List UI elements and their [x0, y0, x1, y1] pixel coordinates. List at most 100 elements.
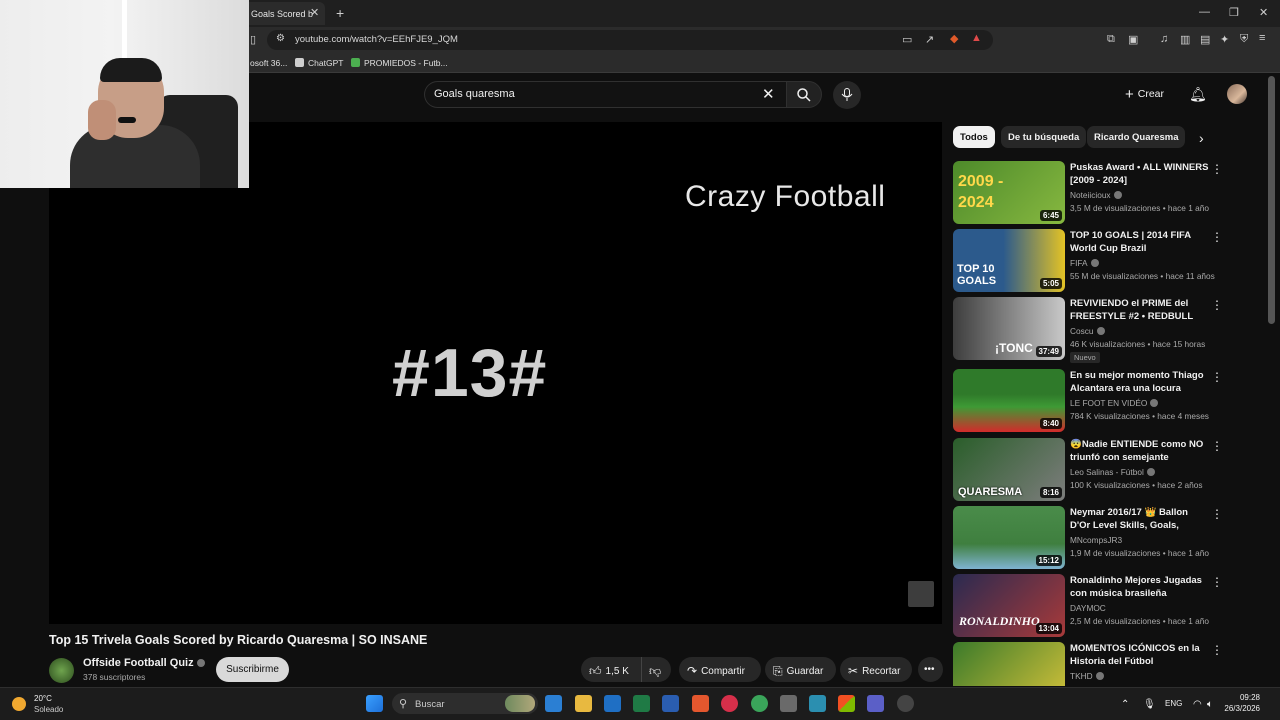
- clip-button[interactable]: ✂ Recortar: [840, 657, 912, 682]
- minimize-icon[interactable]: —: [1199, 6, 1210, 18]
- avatar[interactable]: [1227, 84, 1247, 104]
- excel-icon[interactable]: [633, 695, 650, 712]
- create-label: Crear: [1137, 88, 1165, 100]
- chip-todos[interactable]: Todos: [953, 126, 995, 148]
- video-thumbnail[interactable]: ¡TONC 37:49: [953, 297, 1065, 360]
- music-icon[interactable]: ♫: [1160, 33, 1168, 45]
- search-button[interactable]: [786, 81, 822, 108]
- chip-ricardo-quaresma[interactable]: Ricardo Quaresma: [1087, 126, 1186, 148]
- bookmark-label: osoft 36...: [250, 58, 288, 68]
- bookmark-icon[interactable]: ▯: [250, 33, 256, 46]
- more-vertical-icon[interactable]: ⋮: [1211, 575, 1223, 589]
- menu-icon[interactable]: ≡: [1259, 32, 1265, 44]
- channel-avatar[interactable]: [49, 658, 74, 683]
- duration-badge: 8:40: [1039, 418, 1062, 429]
- cast-icon[interactable]: ▭: [902, 33, 912, 46]
- bookmark-office[interactable]: osoft 36...: [250, 58, 287, 68]
- video-thumbnail[interactable]: 8:40: [953, 369, 1065, 432]
- weather-condition[interactable]: Soleado: [34, 705, 63, 714]
- more-vertical-icon[interactable]: ⋮: [1211, 230, 1223, 244]
- bookmark-promiedos[interactable]: PROMIEDOS - Futb...: [351, 58, 448, 68]
- clear-search-icon[interactable]: ✕: [762, 85, 775, 103]
- windows-start-icon[interactable]: [366, 695, 383, 712]
- app-icon[interactable]: [809, 695, 826, 712]
- notifications-bell-icon[interactable]: 🔔︎: [1189, 86, 1207, 103]
- bookmark-label: ChatGPT: [308, 58, 344, 68]
- video-thumbnail[interactable]: 2009 - 2024 6:45: [953, 161, 1065, 224]
- plus-icon[interactable]: +: [336, 5, 344, 21]
- site-info-icon[interactable]: ⚙: [276, 33, 285, 44]
- recommendation-channel: MNcompsJR3: [1070, 535, 1123, 545]
- screenshot-icon[interactable]: ▣: [1128, 33, 1138, 46]
- weather-temperature[interactable]: 20°C: [34, 694, 52, 703]
- chrome-icon[interactable]: [751, 695, 768, 712]
- app-icon[interactable]: [897, 695, 914, 712]
- video-overlay-number: #13#: [392, 335, 548, 411]
- recommendation-item[interactable]: MOMENTOS ICÓNICOS en la Historia del Fút…: [953, 642, 1223, 686]
- media-player-icon[interactable]: [721, 695, 738, 712]
- microphone-icon[interactable]: 🎙︎: [1143, 699, 1156, 710]
- video-thumbnail[interactable]: TOP 10 GOALS 5:05: [953, 229, 1065, 292]
- video-thumbnail[interactable]: [953, 642, 1065, 686]
- close-icon[interactable]: ✕: [310, 6, 319, 19]
- share-button[interactable]: ↷ Compartir: [679, 657, 761, 682]
- video-thumbnail[interactable]: QUARESMA 8:16: [953, 438, 1065, 501]
- sidebar-icon[interactable]: ▥: [1180, 33, 1190, 46]
- outlook-icon[interactable]: [604, 695, 621, 712]
- like-button[interactable]: 👍︎ 1,5 K: [581, 657, 641, 682]
- wallet-icon[interactable]: ▤: [1200, 33, 1210, 46]
- leo-icon[interactable]: ✦: [1220, 33, 1229, 46]
- save-button[interactable]: ⎘ Guardar: [765, 657, 836, 682]
- channel-name[interactable]: Offside Football Quiz: [83, 657, 205, 669]
- bookmark-chatgpt[interactable]: ChatGPT: [295, 58, 343, 68]
- recommendation-title: REVIVIENDO el PRIME del FREESTYLE #2 • R…: [1070, 298, 1193, 322]
- search-input[interactable]: Goals quaresma: [434, 88, 515, 100]
- more-actions-button[interactable]: •••: [918, 657, 943, 682]
- chevron-right-icon[interactable]: ›: [1199, 130, 1204, 146]
- create-button[interactable]: + Crear: [1125, 86, 1164, 103]
- wifi-icon[interactable]: ◠: [1193, 699, 1202, 710]
- more-vertical-icon[interactable]: ⋮: [1211, 370, 1223, 384]
- microsoft-store-icon[interactable]: [838, 695, 855, 712]
- vpn-icon[interactable]: ⛨: [1240, 33, 1248, 46]
- language-indicator[interactable]: ENG: [1165, 699, 1182, 708]
- more-vertical-icon[interactable]: ⋮: [1211, 298, 1223, 312]
- webcam-person-hand: [88, 100, 116, 140]
- more-vertical-icon[interactable]: ⋮: [1211, 643, 1223, 657]
- duration-badge: 8:16: [1039, 487, 1062, 498]
- app-icon[interactable]: [780, 695, 797, 712]
- subscribe-button[interactable]: Suscribirme: [216, 657, 289, 682]
- clock-time: 09:28: [1239, 693, 1260, 702]
- restore-icon[interactable]: ❐: [1229, 6, 1239, 19]
- more-vertical-icon[interactable]: ⋮: [1211, 439, 1223, 453]
- more-vertical-icon[interactable]: ⋮: [1211, 162, 1223, 176]
- volume-icon[interactable]: 🔈︎: [1207, 699, 1213, 710]
- brave-shield-icon[interactable]: ◆: [950, 32, 958, 45]
- word-icon[interactable]: [662, 695, 679, 712]
- close-window-icon[interactable]: ✕: [1259, 6, 1268, 19]
- url-text[interactable]: youtube.com/watch?v=EEhFJE9_JQM: [295, 34, 458, 45]
- taskbar-search-placeholder[interactable]: Buscar: [415, 699, 445, 710]
- teams-icon[interactable]: [867, 695, 884, 712]
- channel-watermark-icon[interactable]: [908, 581, 934, 607]
- brave-browser-icon[interactable]: [692, 695, 709, 712]
- chip-de-tu-busqueda[interactable]: De tu búsqueda: [1001, 126, 1087, 148]
- chevron-up-icon[interactable]: ⌃: [1121, 699, 1129, 710]
- rewards-icon[interactable]: ▲: [971, 32, 982, 44]
- more-vertical-icon[interactable]: ⋮: [1211, 507, 1223, 521]
- vscode-icon[interactable]: [545, 695, 562, 712]
- file-explorer-icon[interactable]: [575, 695, 592, 712]
- system-clock[interactable]: 09:28 26/3/2026: [1222, 693, 1260, 713]
- video-thumbnail[interactable]: 15:12: [953, 506, 1065, 569]
- voice-search-button[interactable]: [833, 81, 861, 109]
- recommendation-meta: 2,5 M de visualizaciones • hace 1 año: [1070, 616, 1209, 626]
- thumbs-up-icon: 👍︎: [589, 664, 602, 678]
- channel-text: FIFA: [1070, 258, 1088, 268]
- share-icon[interactable]: ↗: [925, 33, 934, 46]
- sun-icon[interactable]: [12, 697, 26, 711]
- recommendation-meta: 1,9 M de visualizaciones • hace 1 año: [1070, 548, 1209, 558]
- page-scrollbar[interactable]: [1268, 76, 1275, 324]
- dislike-button[interactable]: 👎︎: [641, 657, 671, 682]
- video-thumbnail[interactable]: RONALDINHO 13:04: [953, 574, 1065, 637]
- extensions-icon[interactable]: ⧉: [1107, 33, 1115, 46]
